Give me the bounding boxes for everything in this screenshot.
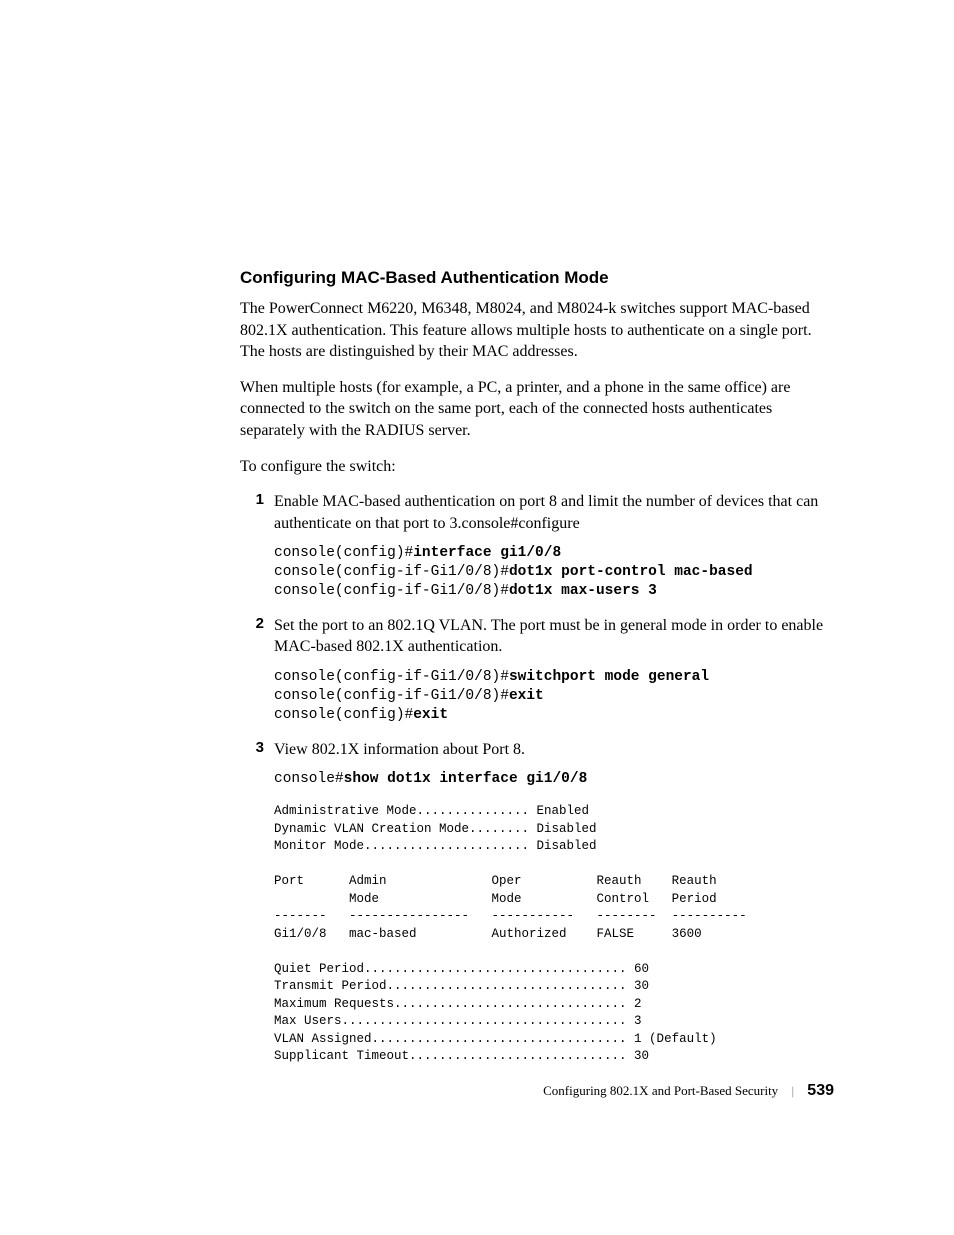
step-list: 1 Enable MAC-based authentication on por…	[240, 491, 834, 1065]
footer-separator: |	[791, 1083, 794, 1098]
code-command: show dot1x interface gi1/0/8	[344, 771, 588, 787]
heading: Configuring MAC-Based Authentication Mod…	[240, 268, 834, 288]
page-footer: Configuring 802.1X and Port-Based Securi…	[543, 1082, 834, 1100]
code-prompt: console(config-if-Gi1/0/8)#	[274, 669, 509, 685]
code-command: exit	[413, 707, 448, 723]
page-number: 539	[807, 1082, 834, 1099]
paragraph-1: The PowerConnect M6220, M6348, M8024, an…	[240, 298, 834, 363]
page-content: Configuring MAC-Based Authentication Mod…	[0, 0, 954, 1066]
paragraph-3: To configure the switch:	[240, 456, 834, 478]
code-prompt: console(config-if-Gi1/0/8)#	[274, 688, 509, 704]
code-command: dot1x port-control mac-based	[509, 564, 753, 580]
step-text: Enable MAC-based authentication on port …	[274, 491, 834, 534]
step-text: View 802.1X information about Port 8.	[274, 739, 834, 761]
step-number: 2	[240, 615, 264, 658]
step-text: Set the port to an 802.1Q VLAN. The port…	[274, 615, 834, 658]
step-2: 2 Set the port to an 802.1Q VLAN. The po…	[240, 615, 834, 658]
footer-title: Configuring 802.1X and Port-Based Securi…	[543, 1083, 778, 1098]
code-block-3: console#show dot1x interface gi1/0/8	[274, 770, 834, 789]
code-block-1: console(config)#interface gi1/0/8 consol…	[274, 544, 834, 601]
code-command: interface gi1/0/8	[413, 545, 561, 561]
code-command: exit	[509, 688, 544, 704]
step-1: 1 Enable MAC-based authentication on por…	[240, 491, 834, 534]
paragraph-2: When multiple hosts (for example, a PC, …	[240, 377, 834, 442]
code-prompt: console(config-if-Gi1/0/8)#	[274, 583, 509, 599]
code-block-2: console(config-if-Gi1/0/8)#switchport mo…	[274, 668, 834, 725]
step-number: 1	[240, 491, 264, 534]
code-prompt: console(config)#	[274, 707, 413, 723]
code-command: dot1x max-users 3	[509, 583, 657, 599]
code-prompt: console#	[274, 771, 344, 787]
step-3: 3 View 802.1X information about Port 8.	[240, 739, 834, 761]
step-number: 3	[240, 739, 264, 761]
code-command: switchport mode general	[509, 669, 709, 685]
code-prompt: console(config)#	[274, 545, 413, 561]
output-block: Administrative Mode............... Enabl…	[274, 803, 834, 1066]
code-prompt: console(config-if-Gi1/0/8)#	[274, 564, 509, 580]
